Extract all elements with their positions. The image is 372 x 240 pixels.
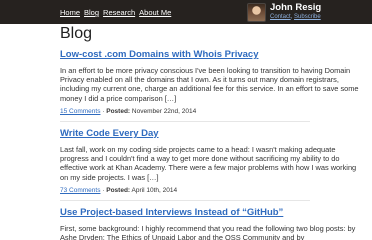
post-excerpt: Last fall, work on my coding side projec… — [60, 145, 357, 182]
site-owner-name[interactable]: John Resig — [270, 2, 321, 13]
brand-link-separator: , — [290, 14, 293, 20]
post-meta: 15 Comments · Posted: November 22nd, 201… — [60, 108, 360, 115]
post-date: April 10th, 2014 — [131, 186, 178, 194]
posted-label: Posted: — [106, 107, 131, 115]
post-divider — [60, 120, 310, 122]
posted-label: Posted: — [106, 186, 131, 194]
subscribe-link[interactable]: Subscribe — [294, 13, 321, 21]
contact-link[interactable]: Contact — [270, 13, 291, 21]
main-nav: Home Blog Research About Me — [60, 8, 171, 17]
post-title-link[interactable]: Use Project-based Interviews Instead of … — [60, 207, 360, 218]
post-comments-link[interactable]: 15 Comments — [60, 108, 100, 115]
post-title-link[interactable]: Low-cost .com Domains with Whois Privacy — [60, 49, 360, 60]
nav-blog-link[interactable]: Blog — [84, 8, 99, 17]
post-excerpt: First, some background: I highly recomme… — [60, 224, 356, 240]
blog-post: Use Project-based Interviews Instead of … — [60, 207, 360, 240]
nav-about-link[interactable]: About Me — [139, 8, 171, 17]
brand-text: John Resig Contact, Subscribe — [270, 2, 321, 21]
nav-research-link[interactable]: Research — [103, 8, 135, 17]
brand-links: Contact, Subscribe — [270, 13, 321, 21]
page-title: Blog — [60, 25, 93, 42]
post-excerpt: In an effort to be more privacy consciou… — [60, 66, 359, 103]
blog-post: Low-cost .com Domains with Whois Privacy… — [60, 49, 360, 122]
avatar[interactable] — [247, 3, 266, 22]
post-date: November 22nd, 2014 — [131, 107, 197, 115]
blog-post: Write Code Every Day Last fall, work on … — [60, 128, 360, 201]
site-brand: John Resig Contact, Subscribe — [247, 2, 321, 22]
post-title-link[interactable]: Write Code Every Day — [60, 128, 360, 139]
post-divider — [60, 199, 310, 201]
post-comments-link[interactable]: 73 Comments — [60, 187, 100, 194]
post-meta: 73 Comments · Posted: April 10th, 2014 — [60, 187, 360, 194]
top-bar: Home Blog Research About Me John Resig C… — [0, 0, 372, 24]
nav-home-link[interactable]: Home — [60, 8, 80, 17]
